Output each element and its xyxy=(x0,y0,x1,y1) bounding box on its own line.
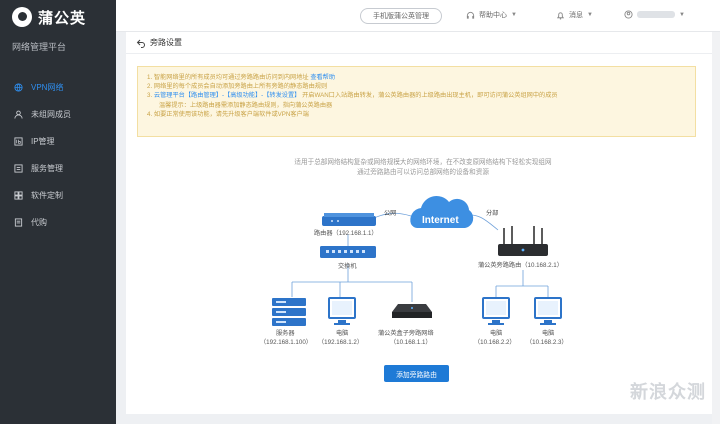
branch-computer-2-label: 电脑 xyxy=(542,330,555,337)
logo-text: 蒲公英 xyxy=(38,9,87,27)
gateway-tag: 公网 xyxy=(384,210,397,217)
branch-router-ip: （10.168.2.1） xyxy=(521,262,563,269)
computer-icon xyxy=(482,297,510,325)
computer-icon xyxy=(328,297,356,325)
service-icon xyxy=(14,164,23,173)
box-router-label: 蒲公英盒子旁路网络 xyxy=(378,330,434,337)
sidebar-item-vpn[interactable]: VPN网络 xyxy=(0,74,116,101)
chevron-down-icon: ▼ xyxy=(679,11,685,18)
switch-icon xyxy=(320,246,376,258)
server-icon xyxy=(272,298,306,326)
sidebar-item-service[interactable]: 服务管理 xyxy=(0,155,116,182)
hq-computer-ip: （192.168.1.2） xyxy=(318,339,364,346)
branch-tag: 分部 xyxy=(486,210,499,217)
sidebar-item-label: IP管理 xyxy=(31,137,55,146)
sidebar-item-unjoined-members[interactable]: 未组网成员 xyxy=(0,101,116,128)
box-router-ip: （10.168.1.1） xyxy=(390,339,432,346)
computer-icon xyxy=(534,297,562,325)
help-center-link[interactable]: 帮助中心 ▼ xyxy=(466,10,517,20)
messages-link[interactable]: 消息 ▼ xyxy=(556,10,593,20)
headset-icon xyxy=(466,11,475,20)
logo-icon xyxy=(12,7,32,27)
sidebar-item-label: 未组网成员 xyxy=(31,110,71,119)
branch-computer-1-ip: （10.168.2.2） xyxy=(474,339,516,346)
bell-icon xyxy=(556,11,565,20)
sidebar-item-ip[interactable]: IP管理 xyxy=(0,128,116,155)
internet-label: Internet xyxy=(422,215,459,226)
sidebar: 蒲公英 网络管理平台 VPN网络 未组网成员 IP管理 服务管理 软件定制 代购 xyxy=(0,0,116,424)
chevron-down-icon: ▼ xyxy=(511,12,517,18)
sidebar-item-label: 软件定制 xyxy=(31,191,63,200)
gateway-router-label: 路由器（192.168.1.1） xyxy=(314,230,378,237)
globe-icon xyxy=(14,83,23,92)
branch-router-icon xyxy=(498,226,548,256)
add-bypass-route-button[interactable]: 添加旁路路由 xyxy=(384,365,449,382)
branch-computer-2-ip: （10.168.2.3） xyxy=(526,339,568,346)
messages-label: 消息 xyxy=(569,12,583,19)
software-icon xyxy=(14,191,23,200)
sidebar-item-software[interactable]: 软件定制 xyxy=(0,182,116,209)
user-avatar-icon xyxy=(624,10,633,19)
box-router-icon xyxy=(392,304,432,318)
username-blurred xyxy=(637,11,675,18)
mobile-manage-button[interactable]: 手机版蒲公英管理 xyxy=(360,8,442,24)
branch-router-label: 蒲公英旁路路由（10.168.2.1） xyxy=(478,260,563,269)
sidebar-item-label: 代购 xyxy=(31,218,47,227)
sidebar-nav: VPN网络 未组网成员 IP管理 服务管理 软件定制 代购 xyxy=(0,74,116,236)
platform-subtitle: 网络管理平台 xyxy=(12,42,67,52)
branch-computer-1-label: 电脑 xyxy=(490,330,503,337)
branch-router-name: 蒲公英旁路路由 xyxy=(478,262,522,269)
bypass-settings-panel: 旁路设置 1. 智能网络里的所有成员均可通过旁路路由访问到内网地址 查看帮助 2… xyxy=(126,32,720,414)
chevron-down-icon: ▼ xyxy=(587,12,593,18)
server-label: 服务器 xyxy=(276,330,295,337)
sidebar-item-purchase[interactable]: 代购 xyxy=(0,209,116,236)
hq-computer-label: 电脑 xyxy=(336,330,349,337)
user-menu[interactable]: ▼ xyxy=(624,10,685,19)
page-scrollbar[interactable] xyxy=(712,32,720,424)
top-bar: 手机版蒲公英管理 帮助中心 ▼ 消息 ▼ ▼ xyxy=(116,0,720,32)
logo[interactable]: 蒲公英 xyxy=(0,0,116,34)
gateway-router-icon xyxy=(322,213,376,226)
sidebar-item-label: 服务管理 xyxy=(31,164,63,173)
user-icon xyxy=(14,110,23,119)
purchase-icon xyxy=(14,218,23,227)
help-center-label: 帮助中心 xyxy=(479,12,507,19)
server-ip: （192.168.1.100） xyxy=(260,339,312,346)
sidebar-item-label: VPN网络 xyxy=(31,83,64,92)
ip-icon xyxy=(14,137,23,146)
switch-label: 交换机 xyxy=(338,263,357,270)
watermark: 新浪众测 xyxy=(630,382,706,402)
